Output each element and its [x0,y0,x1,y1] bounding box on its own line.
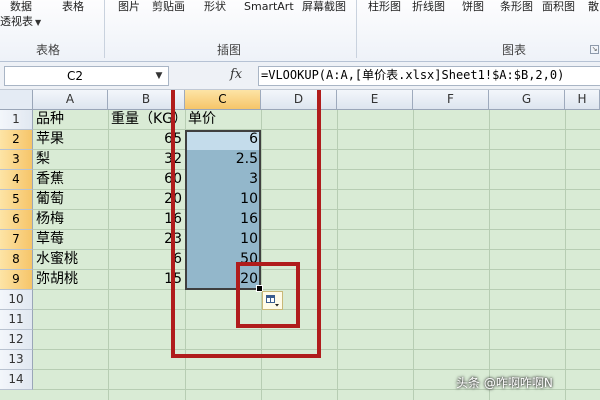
column-header-h[interactable]: H [565,90,600,110]
name-box-value: C2 [66,69,83,83]
row-header[interactable]: 3 [0,150,33,170]
cell-a6[interactable]: 杨梅 [33,210,108,229]
formula-tools: fx [172,66,256,86]
dropdown-arrow-icon: ▼ [35,18,42,27]
chevron-down-icon[interactable]: ▼ [152,69,166,83]
group-separator [104,0,105,58]
row-header[interactable]: 13 [0,350,33,370]
column-chart-button[interactable]: 柱形图 [368,0,401,14]
watermark: 头条 @咋啊咋啊N [456,376,553,390]
gridline [337,110,338,400]
column-header-e[interactable]: E [337,90,413,110]
row-header[interactable]: 4 [0,170,33,190]
cell-a7[interactable]: 草莓 [33,230,108,249]
column-header-a[interactable]: A [33,90,108,110]
pie-chart-button[interactable]: 饼图 [462,0,484,14]
gridline [33,369,600,370]
pivot-table-button[interactable]: 数据 [10,0,32,14]
cell-a2[interactable]: 苹果 [33,130,108,149]
highlight-box-fill-handle [236,262,300,328]
shapes-button[interactable]: 形状 [204,0,226,14]
column-header-g[interactable]: G [489,90,565,110]
cell-a3[interactable]: 梨 [33,150,108,169]
bar-chart-button[interactable]: 条形图 [500,0,533,14]
ribbon: 数据 表格 透视表 ▼ 图片 剪贴画 形状 SmartArt 屏幕截图 柱形图 折… [0,0,600,62]
cell-a1[interactable]: 品种 [33,110,108,129]
smartart-button[interactable]: SmartArt [244,0,294,14]
screenshot-button[interactable]: 屏幕截图 [302,0,346,14]
column-header-f[interactable]: F [413,90,489,110]
charts-group-label: 图表 [502,43,527,57]
clipart-button[interactable]: 剪贴画 [152,0,185,14]
tables-group-label: 表格 [36,43,61,57]
dialog-launcher-icon[interactable]: ↘ [590,45,599,54]
formula-bar: C2 ▼ fx =VLOOKUP(A:A,[单价表.xlsx]Sheet1!$A… [0,62,600,90]
illustrations-group-label: 插图 [217,43,242,57]
row-header[interactable]: 6 [0,210,33,230]
gridline [565,110,566,400]
row-header[interactable]: 9 [0,270,33,290]
row-header[interactable]: 12 [0,330,33,350]
pivot-table-label: 透视表 [0,15,33,28]
row-header[interactable]: 8 [0,250,33,270]
cell-a9[interactable]: 弥胡桃 [33,270,108,289]
group-separator [356,0,357,58]
line-chart-button[interactable]: 折线图 [412,0,445,14]
cell-a5[interactable]: 葡萄 [33,190,108,209]
select-all-corner[interactable] [0,90,33,110]
cell-a8[interactable]: 水蜜桃 [33,250,108,269]
area-chart-button[interactable]: 面积图 [542,0,575,14]
table-button[interactable]: 表格 [62,0,84,14]
row-header[interactable]: 10 [0,290,33,310]
pivot-table-dropdown[interactable]: 透视表 ▼ [0,14,41,30]
row-header[interactable]: 5 [0,190,33,210]
cell-a4[interactable]: 香蕉 [33,170,108,189]
gridline [489,110,490,400]
scatter-chart-button[interactable]: 散 [588,0,599,14]
row-header[interactable]: 2 [0,130,33,150]
row-header[interactable]: 1 [0,110,33,130]
formula-input[interactable]: =VLOOKUP(A:A,[单价表.xlsx]Sheet1!$A:$B,2,0) [258,66,600,86]
row-header[interactable]: 11 [0,310,33,330]
row-header[interactable]: 7 [0,230,33,250]
worksheet-grid: A B C D E F G H 1 2 3 4 5 6 7 8 9 10 11 … [0,90,600,400]
picture-button[interactable]: 图片 [118,0,140,14]
gridline [413,110,414,400]
row-header[interactable]: 14 [0,370,33,390]
name-box[interactable]: C2 ▼ [4,66,169,86]
insert-function-icon[interactable]: fx [230,67,242,82]
